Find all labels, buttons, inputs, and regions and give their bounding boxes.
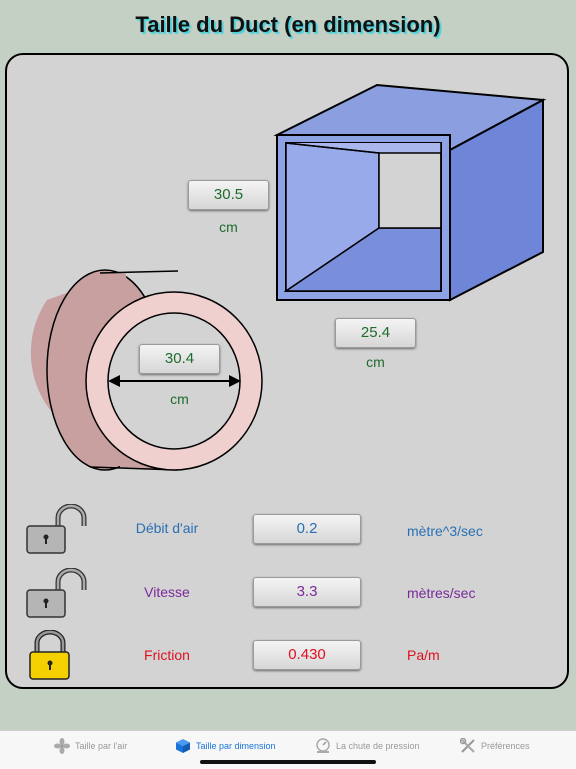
tab-preferences[interactable]: Préférences xyxy=(460,737,530,755)
rect-duct-graphic xyxy=(273,83,547,302)
velocity-unit: mètres/sec xyxy=(407,585,476,601)
fan-icon xyxy=(54,738,70,754)
diameter-field[interactable]: 30.4 xyxy=(139,344,220,374)
friction-label: Friction xyxy=(144,647,190,663)
tab-pressure-drop[interactable]: La chute de pression xyxy=(315,737,420,755)
airflow-label: Débit d'air xyxy=(135,520,199,536)
tab-pressure-drop-label: La chute de pression xyxy=(336,741,420,751)
diameter-unit: cm xyxy=(170,391,189,407)
airflow-unlocked-lock-icon[interactable] xyxy=(24,504,88,556)
rect-height-unit: cm xyxy=(219,219,238,235)
friction-locked-lock-icon[interactable] xyxy=(28,630,72,682)
rect-width-unit: cm xyxy=(366,354,385,370)
airflow-field[interactable]: 0.2 xyxy=(253,514,361,544)
cube-icon xyxy=(176,739,190,753)
tab-size-by-air-label: Taille par l'air xyxy=(75,741,128,751)
velocity-label: Vitesse xyxy=(144,584,190,600)
gauge-icon xyxy=(316,738,330,753)
rect-height-field[interactable]: 30.5 xyxy=(188,180,269,210)
tab-bar: Taille par l'air Taille par dimension La… xyxy=(0,730,576,769)
tools-icon xyxy=(460,738,475,753)
friction-unit: Pa/m xyxy=(407,647,440,663)
tab-size-by-dimension[interactable]: Taille par dimension xyxy=(175,737,276,755)
rect-width-field[interactable]: 25.4 xyxy=(335,318,416,348)
tab-preferences-label: Préférences xyxy=(481,741,530,751)
velocity-unlocked-lock-icon[interactable] xyxy=(24,568,88,620)
home-indicator xyxy=(200,760,376,764)
tab-size-by-dimension-label: Taille par dimension xyxy=(196,741,276,751)
tab-size-by-air[interactable]: Taille par l'air xyxy=(54,737,127,755)
friction-field[interactable]: 0.430 xyxy=(253,640,361,670)
airflow-unit: mètre^3/sec xyxy=(407,523,483,539)
velocity-field[interactable]: 3.3 xyxy=(253,577,361,607)
